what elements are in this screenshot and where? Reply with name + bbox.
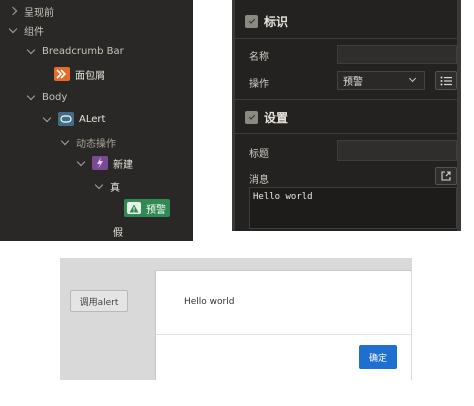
tree-node-breadcrumb-bar[interactable]: Breadcrumb Bar bbox=[26, 42, 124, 60]
tree-node-true[interactable]: 真 bbox=[94, 177, 120, 195]
section-title: 标识 bbox=[264, 14, 289, 29]
chevron-down-icon[interactable] bbox=[26, 45, 36, 54]
page-preview: 调用alert Hello world 确定 bbox=[60, 258, 412, 380]
breadcrumb-icon bbox=[54, 67, 70, 81]
alert-dialog: Hello world 确定 bbox=[155, 270, 412, 380]
alert-icon bbox=[58, 112, 74, 126]
message-label: 消息 bbox=[249, 175, 269, 186]
tree-node-new[interactable]: 新建 bbox=[76, 154, 133, 172]
chevron-right-icon[interactable] bbox=[8, 6, 18, 16]
tree-node-alert[interactable]: ALert bbox=[42, 110, 106, 128]
tree-node-label: 假 bbox=[113, 227, 123, 239]
title-field[interactable] bbox=[337, 140, 457, 161]
tree-node-label: 新建 bbox=[113, 159, 133, 171]
component-tree: 呈现前 组件 Breadcrumb Bar 面包屑 Body ALert 动态操… bbox=[0, 0, 193, 241]
ok-button[interactable]: 确定 bbox=[359, 345, 397, 369]
tree-node-label: 真 bbox=[110, 182, 120, 194]
expand-editor-button[interactable] bbox=[435, 167, 457, 185]
tree-node-warning[interactable]: 预警 bbox=[124, 199, 170, 217]
section-identification[interactable]: 标识 bbox=[235, 3, 457, 39]
action-select[interactable]: 预警 bbox=[337, 71, 425, 90]
chevron-down-icon[interactable] bbox=[8, 24, 18, 33]
message-textarea[interactable]: Hello world bbox=[249, 187, 457, 229]
action-select-value: 预警 bbox=[343, 77, 363, 88]
tree-node-label: 组件 bbox=[24, 26, 44, 38]
list-button[interactable] bbox=[435, 71, 457, 90]
tree-node-components[interactable]: 组件 bbox=[8, 21, 44, 39]
divider bbox=[235, 133, 457, 134]
warning-icon bbox=[127, 202, 141, 214]
list-icon bbox=[440, 76, 452, 85]
name-field[interactable] bbox=[337, 45, 457, 64]
tree-node-label: 呈现前 bbox=[24, 7, 54, 19]
chevron-down-icon[interactable] bbox=[26, 91, 36, 100]
section-title: 设置 bbox=[264, 110, 289, 125]
chevron-down-icon[interactable] bbox=[94, 180, 104, 189]
chevron-down-icon[interactable] bbox=[76, 157, 86, 166]
name-label: 名称 bbox=[249, 52, 269, 63]
dialog-message: Hello world bbox=[184, 297, 235, 307]
divider bbox=[156, 334, 412, 335]
chevron-down-icon bbox=[408, 74, 417, 83]
tree-node-label: 预警 bbox=[146, 204, 166, 216]
call-alert-button[interactable]: 调用alert bbox=[70, 290, 128, 312]
tree-node-breadcrumb[interactable]: 面包屑 bbox=[54, 65, 105, 83]
divider bbox=[235, 38, 457, 39]
tree-node-body[interactable]: Body bbox=[26, 88, 68, 106]
section-settings[interactable]: 设置 bbox=[235, 99, 457, 135]
chevron-down-icon[interactable] bbox=[60, 136, 70, 145]
chevron-down-icon[interactable] bbox=[42, 113, 52, 122]
tree-node-false[interactable]: 假 bbox=[113, 222, 123, 240]
lightning-icon bbox=[92, 156, 108, 170]
action-label: 操作 bbox=[249, 79, 269, 90]
tree-node-pre-render[interactable]: 呈现前 bbox=[8, 2, 54, 20]
collapse-icon[interactable] bbox=[245, 14, 258, 28]
tree-node-label: Body bbox=[42, 91, 68, 103]
external-link-icon bbox=[441, 171, 451, 181]
tree-node-dynamic-actions[interactable]: 动态操作 bbox=[60, 133, 116, 151]
tree-node-label: ALert bbox=[79, 113, 106, 125]
collapse-icon[interactable] bbox=[245, 110, 258, 124]
tree-node-label: 动态操作 bbox=[76, 138, 116, 150]
property-editor: 标识 名称 操作 预警 设置 标题 消息 Hello world bbox=[232, 0, 461, 231]
tree-node-label: 面包屑 bbox=[75, 70, 105, 82]
tree-node-label: Breadcrumb Bar bbox=[42, 45, 124, 57]
title-label: 标题 bbox=[249, 149, 269, 160]
